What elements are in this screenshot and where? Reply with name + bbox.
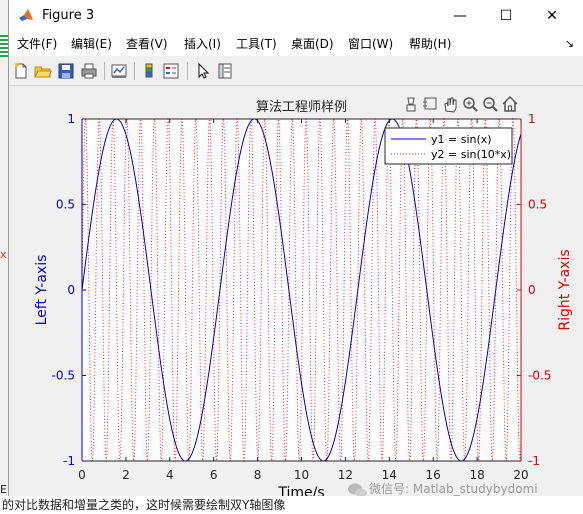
- menu-desktop[interactable]: 桌面(D): [291, 36, 334, 52]
- x-tick-label: 20: [513, 468, 528, 482]
- new-figure-icon[interactable]: [12, 62, 30, 80]
- right-y-tick-label: 1: [528, 112, 536, 126]
- x-tick-label: 0: [78, 468, 86, 482]
- axes-toolbar: [406, 95, 518, 113]
- legend-label-sin-10x: y2 = sin(10*x): [431, 148, 511, 161]
- x-tick-label: 14: [382, 468, 397, 482]
- wechat-icon: [348, 483, 367, 496]
- toolbar-separator: [187, 62, 188, 80]
- close-button[interactable]: ✕: [529, 0, 575, 32]
- save-icon[interactable]: [57, 62, 75, 80]
- menu-tools[interactable]: 工具(T): [236, 36, 277, 52]
- x-tick-label: 10: [294, 468, 309, 482]
- menu-overflow-icon[interactable]: ↘: [565, 37, 574, 50]
- x-axis-label: Time/s: [277, 485, 324, 496]
- right-y-tick-label: 0.5: [528, 198, 547, 212]
- left-y-tick-label: 0: [67, 283, 75, 297]
- plot-axes[interactable]: 0 2 4 6 8 10 12 14 16 18 20 1 0.5 0 -0.5 -1 1 0.5 0 -0.5 -1 算…: [9, 86, 583, 496]
- background-marker: x: [0, 248, 7, 261]
- right-y-tick-label: 0: [528, 283, 536, 297]
- pan-hand-icon[interactable]: [444, 97, 457, 113]
- left-y-axis-label: Left Y-axis: [34, 255, 50, 326]
- menu-file[interactable]: 文件(F): [17, 36, 57, 52]
- left-y-tick-label: 1: [67, 112, 75, 126]
- property-inspector-icon[interactable]: [216, 62, 234, 80]
- left-y-tick-label: -0.5: [52, 369, 75, 383]
- menu-bar: 文件(F) 编辑(E) 查看(V) 插入(I) 工具(T) 桌面(D) 窗口(W…: [9, 32, 583, 56]
- menu-help[interactable]: 帮助(H): [409, 36, 451, 52]
- close-icon: ✕: [546, 8, 558, 24]
- zoom-out-icon[interactable]: [483, 97, 498, 112]
- right-y-tick-label: -1: [528, 454, 540, 468]
- brush-icon[interactable]: [406, 97, 416, 112]
- menu-window[interactable]: 窗口(W): [348, 36, 393, 52]
- watermark-text: 微信号: Matlab_studybydomi: [369, 482, 538, 496]
- title-bar[interactable]: Figure 3 — ☐ ✕: [9, 0, 583, 32]
- window-title: Figure 3: [42, 8, 95, 23]
- x-tick-label: 16: [426, 468, 441, 482]
- maximize-button[interactable]: ☐: [483, 0, 529, 32]
- background-editor-gutter: [0, 35, 8, 59]
- maximize-icon: ☐: [499, 8, 513, 24]
- link-plot-icon[interactable]: [110, 62, 128, 80]
- x-tick-label: 4: [166, 468, 174, 482]
- figure-window: Figure 3 — ☐ ✕ 文件(F) 编辑(E) 查看(V) 插入(I) 工…: [8, 0, 583, 496]
- figure-canvas[interactable]: 0 2 4 6 8 10 12 14 16 18 20 1 0.5 0 -0.5 -1 1 0.5 0 -0.5 -1 算…: [9, 86, 583, 496]
- x-tick-label: 6: [210, 468, 218, 482]
- menu-insert[interactable]: 插入(I): [184, 36, 221, 52]
- x-tick-label: 12: [338, 468, 353, 482]
- legend-icon[interactable]: [162, 62, 180, 80]
- pointer-icon[interactable]: [193, 62, 211, 80]
- x-tick-label: 18: [469, 468, 484, 482]
- home-icon[interactable]: [502, 95, 518, 112]
- background-article-text: 的对比数据和增量之类的，这时候需要绘制双Y轴图像: [0, 496, 583, 514]
- right-y-tick-label: -0.5: [528, 369, 551, 383]
- datatip-icon[interactable]: [423, 97, 437, 110]
- right-y-axis-label: Right Y-axis: [557, 249, 573, 330]
- plot-area[interactable]: [82, 119, 521, 461]
- chart-title: 算法工程师样例: [256, 100, 347, 115]
- x-tick-label: 8: [254, 468, 262, 482]
- watermark: 微信号: Matlab_studybydomi@稀土掘金技术社区: [348, 482, 538, 496]
- toolbar-separator: [134, 62, 135, 80]
- matlab-logo-icon: [18, 8, 34, 24]
- legend-label-sin-x: y1 = sin(x): [431, 133, 492, 146]
- left-y-tick-label: 0.5: [56, 198, 75, 212]
- minimize-button[interactable]: —: [437, 0, 483, 32]
- toolbar-separator: [104, 62, 105, 80]
- minimize-icon: —: [453, 8, 467, 24]
- colorbar-icon[interactable]: [140, 62, 158, 80]
- print-icon[interactable]: [80, 62, 98, 80]
- x-tick-label: 2: [122, 468, 130, 482]
- figure-toolbar: [9, 56, 583, 86]
- zoom-in-icon[interactable]: [463, 97, 478, 112]
- left-y-tick-label: -1: [63, 454, 75, 468]
- open-folder-icon[interactable]: [34, 62, 52, 80]
- menu-view[interactable]: 查看(V): [126, 36, 168, 52]
- menu-edit[interactable]: 编辑(E): [71, 36, 112, 52]
